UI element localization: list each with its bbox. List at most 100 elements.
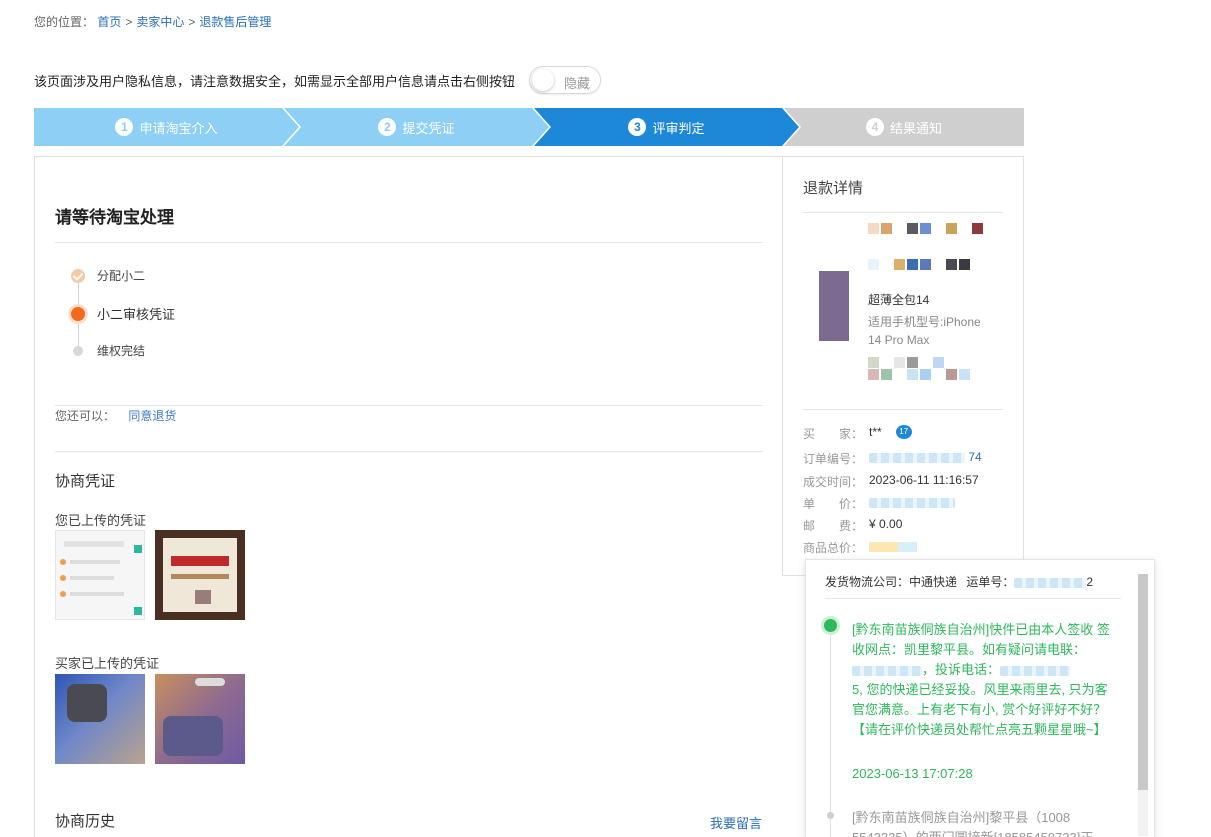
divider — [55, 405, 763, 406]
postage-row: 邮 费： ¥ 0.00 — [803, 517, 902, 534]
check-icon — [71, 268, 85, 283]
total-row: 商品总价： — [803, 539, 917, 556]
redacted-phone — [1000, 665, 1071, 676]
tracking-suffix: 2 — [1086, 575, 1094, 589]
tracking-redacted — [1014, 577, 1087, 588]
buyer-value[interactable]: t** — [869, 425, 882, 442]
past-event-icon — [827, 812, 834, 819]
redacted-phone — [852, 665, 922, 676]
seller-evidence-image-2[interactable] — [155, 530, 245, 620]
step-number: 1 — [115, 118, 134, 136]
divider — [803, 409, 1003, 410]
privacy-toggle[interactable]: 隐藏 — [529, 66, 602, 94]
postage-value: ¥ 0.00 — [869, 517, 903, 531]
step-number: 3 — [628, 118, 647, 136]
timeline-label: 小二审核凭证 — [97, 307, 176, 322]
redacted-mosaic — [868, 357, 944, 368]
privacy-notice-text: 该页面涉及用户隐私信息，请注意数据安全，如需显示全部用户信息请点击右侧按钮 — [34, 73, 516, 89]
breadcrumb-seller-center[interactable]: 卖家中心 — [136, 15, 184, 29]
privacy-notice-bar: 该页面涉及用户隐私信息，请注意数据安全，如需显示全部用户信息请点击右侧按钮 隐藏 — [34, 66, 602, 94]
toggle-knob — [532, 69, 555, 91]
main-panel: 请等待淘宝处理 分配小二 小二审核凭证 维权完结 您还可以： 同意退货 协商凭证… — [34, 156, 782, 837]
redacted-title-mosaic — [868, 223, 983, 234]
breadcrumb: 您的位置： 首页 > 卖家中心 > 退款售后管理 — [34, 13, 271, 30]
step-label: 提交凭证 — [402, 120, 455, 136]
refund-details-panel: 退款详情 超薄全包14 适用手机型号:iPhone 14 Pro Max 买 家… — [782, 156, 1024, 576]
timeline-label: 分配小二 — [97, 269, 146, 283]
logistics-event-latest: [黔东南苗族侗族自治州]快件已由本人签收 签收网点：凯里黎平县。如有疑问请电联：… — [852, 620, 1120, 740]
timeline-item-finish: 维权完结 — [71, 342, 145, 359]
breadcrumb-prefix: 您的位置： — [34, 15, 95, 29]
deal-time-value: 2023-06-11 11:16:57 — [869, 473, 979, 487]
event-text: 5, 您的快递已经妥投。风里来雨里去, 只为客官您满意。上有老下有小, 赏个好评… — [852, 682, 1108, 737]
logistics-scrollbar-thumb[interactable] — [1138, 574, 1148, 790]
event-text: [黔东南苗族侗族自治州]快件已由本人签收 签收网点：凯里黎平县。如有疑问请电联： — [852, 622, 1110, 657]
step-result-notice: 4 结果通知 — [784, 108, 1024, 146]
breadcrumb-separator: > — [188, 15, 196, 29]
logistics-popup: 发货物流公司：中通快递 运单号： 2 [黔东南苗族侗族自治州]快件已由本人签收 签… — [805, 559, 1155, 837]
leave-message-link[interactable]: 我要留言 — [710, 813, 762, 832]
agree-refund-link[interactable]: 同意退货 — [128, 409, 176, 423]
refund-details-title: 退款详情 — [803, 180, 864, 197]
seller-evidence-label: 您已上传的凭证 — [55, 513, 147, 528]
latest-event-icon — [824, 619, 837, 632]
logistics-timeline-line — [830, 630, 831, 837]
toggle-label: 隐藏 — [564, 76, 591, 91]
wangwang-chat-icon[interactable]: 17 — [895, 425, 912, 439]
seller-evidence-image-1[interactable] — [55, 530, 145, 620]
progress-steps: 1 申请淘宝介入 2 提交凭证 3 评审判定 4 结果通知 — [34, 108, 1024, 146]
event-text: ，投诉电话： — [922, 662, 1001, 677]
breadcrumb-home[interactable]: 首页 — [97, 15, 121, 29]
actions-prefix: 您还可以： — [55, 409, 116, 423]
current-step-icon — [71, 306, 85, 321]
unit-price-row: 单 价： — [803, 495, 955, 512]
divider — [55, 451, 763, 452]
step-label: 评审判定 — [652, 120, 705, 136]
unit-price-label: 单 价： — [803, 497, 864, 511]
logistics-event-previous: [黔东南苗族侗族自治州]黎平县（1008 5543225）的西门圆接新[1858… — [852, 810, 1093, 837]
buyer-evidence-image-1[interactable] — [55, 674, 145, 764]
product-thumbnail[interactable] — [819, 271, 849, 341]
product-spec: 适用手机型号:iPhone 14 Pro Max — [868, 315, 981, 347]
step-submit-evidence: 2 提交凭证 — [284, 108, 549, 146]
unit-price-redacted — [869, 498, 955, 508]
breadcrumb-refund-management[interactable]: 退款售后管理 — [199, 15, 271, 29]
buyer-row: 买 家： t** 17 — [803, 425, 912, 442]
history-title: 协商历史 — [55, 813, 116, 830]
total-label: 商品总价： — [803, 541, 864, 555]
order-label: 订单编号： — [803, 452, 864, 466]
logistics-header: 发货物流公司：中通快递 运单号： 2 — [825, 573, 1093, 590]
step-apply-intervention: 1 申请淘宝介入 — [34, 108, 299, 146]
available-actions: 您还可以： 同意退货 — [55, 407, 176, 424]
timeline-item-assign: 分配小二 — [71, 267, 145, 284]
breadcrumb-separator: > — [125, 15, 133, 29]
logistics-company-label: 发货物流公司： — [825, 575, 910, 589]
postage-label: 邮 费： — [803, 519, 864, 533]
deal-time-row: 成交时间： 2023-06-11 11:16:57 — [803, 473, 979, 490]
status-title: 请等待淘宝处理 — [55, 208, 174, 227]
step-number: 2 — [378, 118, 397, 136]
redacted-title-mosaic — [868, 259, 970, 270]
timeline-label: 维权完结 — [97, 344, 146, 358]
divider — [825, 598, 1121, 599]
step-label: 结果通知 — [889, 120, 942, 136]
buyer-label: 买 家： — [803, 427, 864, 441]
divider — [803, 212, 1003, 213]
redacted-mosaic — [868, 369, 970, 380]
step-number: 4 — [865, 118, 884, 136]
total-redacted — [869, 542, 917, 552]
step-review-judgment: 3 评审判定 — [534, 108, 799, 146]
logistics-company: 中通快递 — [909, 575, 958, 589]
evidence-title: 协商凭证 — [55, 473, 116, 490]
buyer-evidence-label: 买家已上传的凭证 — [55, 656, 160, 671]
buyer-evidence-image-2[interactable] — [155, 674, 245, 764]
timeline-item-review: 小二审核凭证 — [71, 304, 175, 323]
order-number[interactable]: 74 — [869, 450, 982, 467]
step-label: 申请淘宝介入 — [139, 120, 218, 136]
deal-time-label: 成交时间： — [803, 475, 864, 489]
tracking-label: 运单号： — [966, 575, 1015, 589]
logistics-event-time: 2023-06-13 17:07:28 — [852, 766, 973, 781]
order-row: 订单编号： 74 — [803, 450, 982, 467]
product-name[interactable]: 超薄全包14 — [868, 291, 929, 308]
divider — [55, 242, 763, 243]
